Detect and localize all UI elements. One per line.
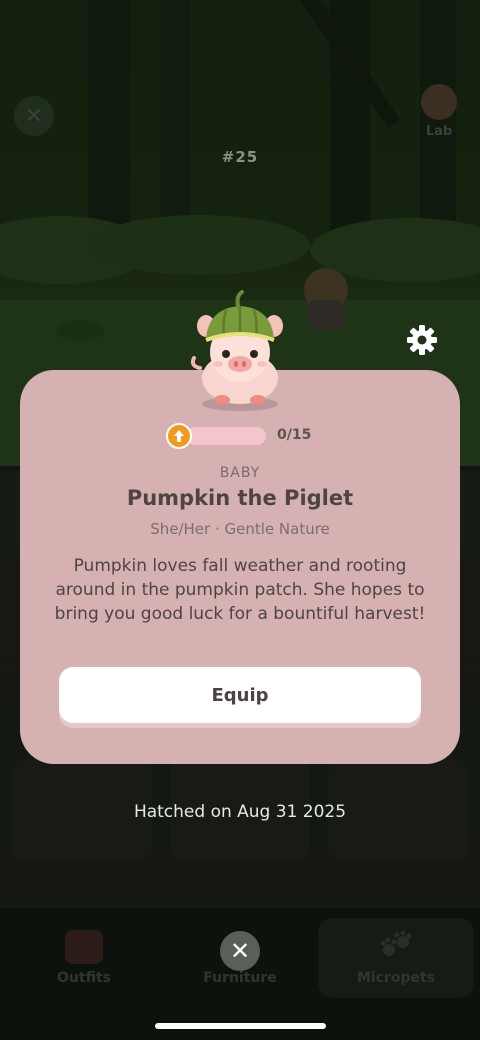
xp-progress: 0/15 <box>166 422 326 450</box>
home-indicator <box>155 1023 326 1029</box>
pet-meta: She/Her · Gentle Nature <box>150 520 330 538</box>
close-button[interactable]: ✕ <box>14 96 54 136</box>
paw-icon <box>377 930 415 964</box>
gift-icon <box>65 930 103 964</box>
pet-stage: BABY <box>219 465 261 481</box>
tab-outfits[interactable]: Outfits <box>6 918 162 998</box>
lab-label: Lab <box>425 124 453 139</box>
close-icon: ✕ <box>24 103 44 129</box>
tab-micropets[interactable]: Micropets <box>318 918 474 998</box>
hatched-date: Hatched on Aug 31 2025 <box>133 802 347 822</box>
pet-name: Pumpkin the Piglet <box>126 486 354 510</box>
up-arrow-icon <box>174 430 184 442</box>
tab-label-micropets: Micropets <box>356 970 436 986</box>
equip-button[interactable]: Equip <box>59 667 421 723</box>
pumpkin-piglet-illustration <box>190 290 283 411</box>
bottom-tab-bar: Outfits Furniture Micropets <box>0 908 480 1040</box>
pet-number: #25 <box>221 148 259 166</box>
tab-label-furniture: Furniture <box>203 970 277 986</box>
close-icon: ✕ <box>229 937 251 965</box>
lab-scientist-icon <box>421 84 457 120</box>
gear-icon <box>407 325 437 355</box>
dismiss-button[interactable]: ✕ <box>220 931 260 971</box>
level-up-badge <box>166 423 192 449</box>
xp-label: 0/15 <box>277 427 312 443</box>
tab-label-outfits: Outfits <box>57 970 111 986</box>
lab-button[interactable]: Lab <box>414 84 464 139</box>
xp-progress-track <box>186 427 266 445</box>
settings-button[interactable] <box>404 322 440 358</box>
pet-description: Pumpkin loves fall weather and rooting a… <box>54 556 426 624</box>
